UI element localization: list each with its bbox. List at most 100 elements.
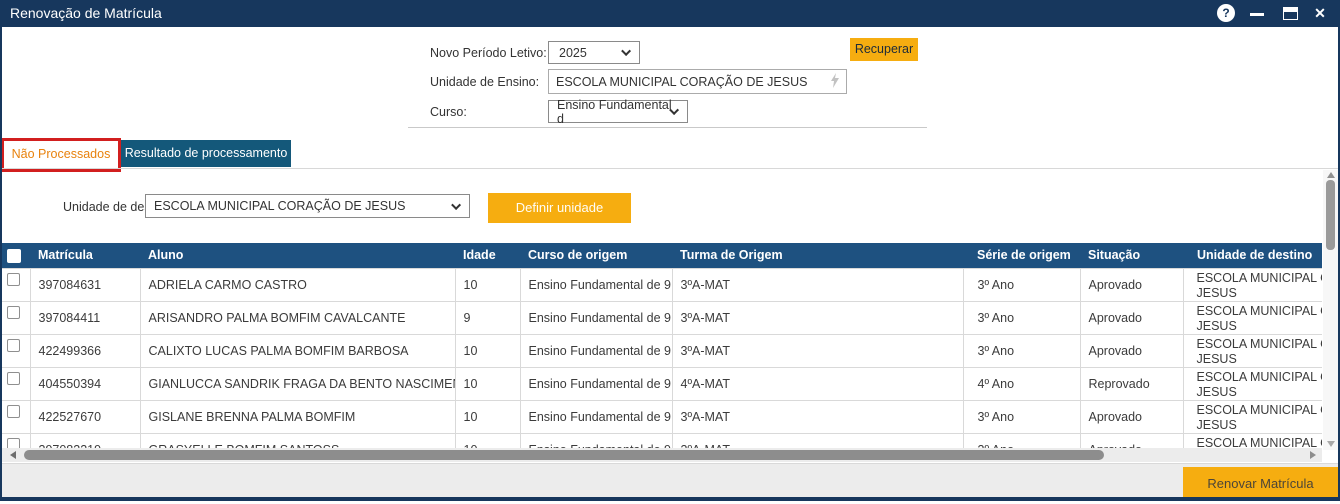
header-unidade-destino: Unidade de destino — [1183, 243, 1322, 268]
minimize-icon[interactable] — [1250, 13, 1264, 16]
cell-idade: 10 — [455, 367, 520, 400]
table-row: 397082219 GRASYELLE BOMFIM SANTOSS 10 En… — [2, 433, 1322, 448]
horizontal-scrollbar-thumb[interactable] — [24, 450, 1104, 460]
table-row: 422527670 GISLANE BRENNA PALMA BOMFIM 10… — [2, 400, 1322, 433]
tabbar-divider — [0, 168, 1340, 169]
table-row: 422499366 CALIXTO LUCAS PALMA BOMFIM BAR… — [2, 334, 1322, 367]
cell-serie-origem: 3º Ano — [963, 334, 1080, 367]
recuperar-button[interactable]: Recuperar — [850, 38, 918, 61]
novo-periodo-select[interactable]: 2025 — [548, 41, 640, 64]
unidade-ensino-input[interactable]: ESCOLA MUNICIPAL CORAÇÃO DE JESUS — [548, 69, 847, 94]
chevron-down-icon — [451, 200, 461, 210]
row-checkbox[interactable] — [7, 372, 20, 385]
row-checkbox-cell — [2, 400, 30, 433]
cell-situacao: Aprovado — [1080, 433, 1183, 448]
window-border — [0, 0, 2, 501]
cell-aluno: CALIXTO LUCAS PALMA BOMFIM BARBOSA — [140, 334, 455, 367]
row-checkbox[interactable] — [7, 405, 20, 418]
scroll-up-icon[interactable] — [1327, 172, 1335, 178]
cell-matricula: 397084631 — [30, 268, 140, 301]
row-checkbox-cell — [2, 433, 30, 448]
cell-serie-origem: 3º Ano — [963, 301, 1080, 334]
curso-value: Ensino Fundamental d — [557, 98, 672, 126]
vertical-scrollbar[interactable] — [1323, 170, 1338, 450]
footer-bar — [2, 463, 1338, 497]
cell-curso-origem: Ensino Fundamental de 9 anos — [520, 334, 672, 367]
table-row: 397084631 ADRIELA CARMO CASTRO 10 Ensino… — [2, 268, 1322, 301]
cell-turma-origem: 3ºA-MAT — [672, 400, 963, 433]
table-header-row: Matrícula Aluno Idade Curso de origem Tu… — [2, 243, 1322, 268]
table-row: 397084411 ARISANDRO PALMA BOMFIM CAVALCA… — [2, 301, 1322, 334]
header-aluno: Aluno — [140, 243, 455, 268]
cell-matricula: 397084411 — [30, 301, 140, 334]
cell-idade: 10 — [455, 268, 520, 301]
scroll-right-icon[interactable] — [1310, 451, 1316, 459]
cell-aluno: ARISANDRO PALMA BOMFIM CAVALCANTE — [140, 301, 455, 334]
close-icon[interactable]: ✕ — [1311, 4, 1329, 22]
unidade-destino-value: ESCOLA MUNICIPAL CORAÇÃO DE JESUS — [154, 199, 405, 213]
cell-serie-origem: 3º Ano — [963, 433, 1080, 448]
definir-unidade-button[interactable]: Definir unidade — [488, 193, 631, 223]
cell-matricula: 422499366 — [30, 334, 140, 367]
cell-serie-origem: 4º Ano — [963, 367, 1080, 400]
cell-turma-origem: 3ºA-MAT — [672, 334, 963, 367]
help-icon[interactable]: ? — [1217, 4, 1235, 22]
table-row: 404550394 GIANLUCCA SANDRIK FRAGA DA BEN… — [2, 367, 1322, 400]
header-serie-origem: Série de origem — [963, 243, 1080, 268]
cell-idade: 10 — [455, 400, 520, 433]
horizontal-scrollbar[interactable] — [2, 448, 1322, 462]
window-title: Renovação de Matrícula — [10, 5, 162, 21]
header-matricula: Matrícula — [30, 243, 140, 268]
unidade-destino-select[interactable]: ESCOLA MUNICIPAL CORAÇÃO DE JESUS — [145, 194, 470, 218]
row-checkbox-cell — [2, 268, 30, 301]
cell-curso-origem: Ensino Fundamental de 9 anos — [520, 367, 672, 400]
cell-matricula: 397082219 — [30, 433, 140, 448]
tab-nao-processados[interactable]: Não Processados — [4, 141, 118, 170]
students-table-container: Matrícula Aluno Idade Curso de origem Tu… — [2, 243, 1322, 448]
vertical-scrollbar-thumb[interactable] — [1326, 180, 1335, 250]
tab-resultado-processamento[interactable]: Resultado de processamento — [121, 140, 291, 167]
cell-situacao: Aprovado — [1080, 400, 1183, 433]
row-checkbox-cell — [2, 301, 30, 334]
cell-aluno: GISLANE BRENNA PALMA BOMFIM — [140, 400, 455, 433]
cell-aluno: GRASYELLE BOMFIM SANTOSS — [140, 433, 455, 448]
header-checkbox-cell — [2, 243, 30, 268]
maximize-icon[interactable] — [1283, 7, 1298, 20]
form-divider — [408, 127, 927, 128]
cell-idade: 10 — [455, 334, 520, 367]
cell-curso-origem: Ensino Fundamental de 9 anos — [520, 301, 672, 334]
cell-matricula: 422527670 — [30, 400, 140, 433]
scroll-left-icon[interactable] — [10, 451, 16, 459]
select-all-checkbox[interactable] — [7, 249, 21, 263]
header-situacao: Situação — [1080, 243, 1183, 268]
cell-situacao: Aprovado — [1080, 301, 1183, 334]
cell-unidade-destino: ESCOLA MUNICIPAL CORAÇÃO DE JESUS — [1183, 301, 1322, 334]
cell-curso-origem: Ensino Fundamental de 9 anos — [520, 400, 672, 433]
row-checkbox[interactable] — [7, 273, 20, 286]
renovar-matricula-button[interactable]: Renovar Matrícula — [1183, 467, 1338, 500]
cell-serie-origem: 3º Ano — [963, 400, 1080, 433]
row-checkbox-cell — [2, 334, 30, 367]
header-turma-origem: Turma de Origem — [672, 243, 963, 268]
students-table: Matrícula Aluno Idade Curso de origem Tu… — [2, 243, 1322, 448]
window-border — [0, 497, 1340, 501]
lightning-icon — [830, 73, 840, 91]
row-checkbox[interactable] — [7, 306, 20, 319]
cell-turma-origem: 3ºA-MAT — [672, 301, 963, 334]
cell-unidade-destino: ESCOLA MUNICIPAL CORAÇÃO DE JESUS — [1183, 268, 1322, 301]
scroll-down-icon[interactable] — [1327, 441, 1335, 447]
renovacao-matricula-window: Renovação de Matrícula ? ✕ Novo Período … — [0, 0, 1340, 504]
header-curso-origem: Curso de origem — [520, 243, 672, 268]
table-body: 397084631 ADRIELA CARMO CASTRO 10 Ensino… — [2, 268, 1322, 448]
cell-curso-origem: Ensino Fundamental de 9 anos — [520, 268, 672, 301]
cell-matricula: 404550394 — [30, 367, 140, 400]
unidade-ensino-value: ESCOLA MUNICIPAL CORAÇÃO DE JESUS — [556, 75, 807, 89]
row-checkbox[interactable] — [7, 438, 20, 449]
titlebar: Renovação de Matrícula ? ✕ — [0, 0, 1340, 27]
cell-idade: 9 — [455, 301, 520, 334]
cell-turma-origem: 4ºA-MAT — [672, 367, 963, 400]
cell-idade: 10 — [455, 433, 520, 448]
curso-select[interactable]: Ensino Fundamental d — [548, 100, 688, 123]
row-checkbox[interactable] — [7, 339, 20, 352]
cell-unidade-destino: ESCOLA MUNICIPAL CORAÇÃO DE JESUS — [1183, 433, 1322, 448]
